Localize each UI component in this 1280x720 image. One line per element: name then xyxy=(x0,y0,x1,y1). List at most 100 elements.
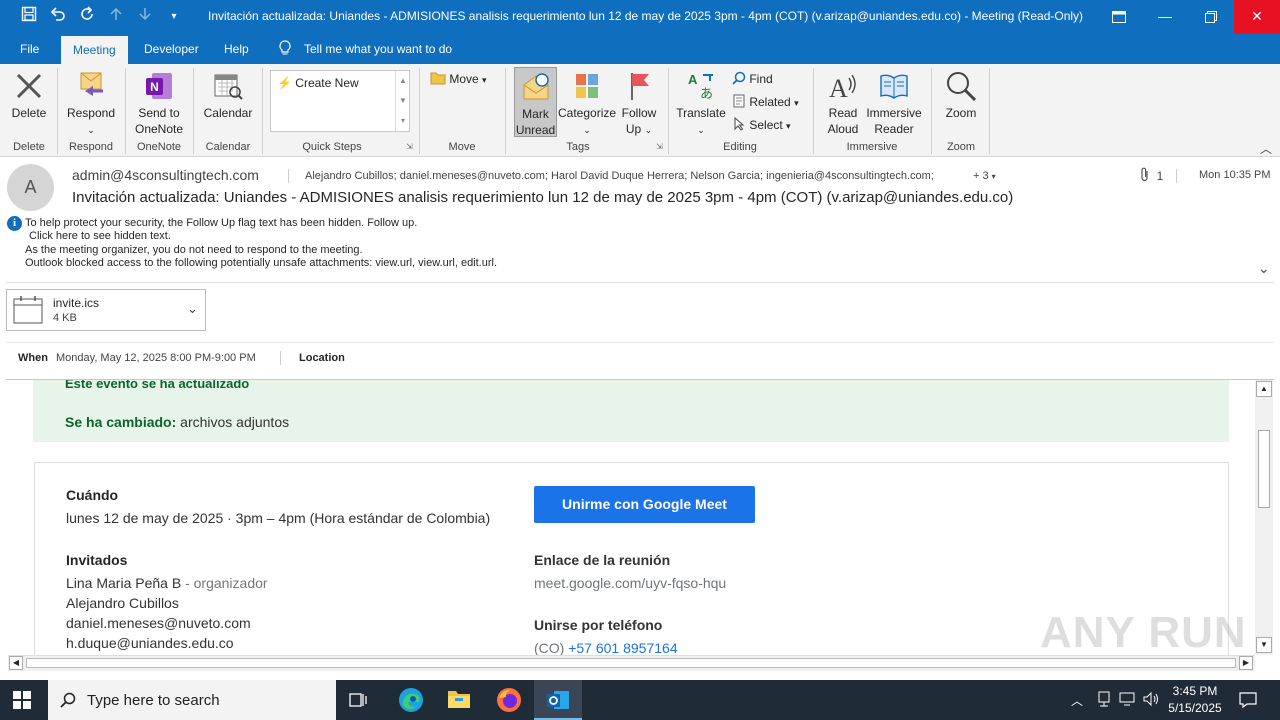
vertical-scrollbar[interactable]: ▲ ▼ xyxy=(1255,380,1273,655)
follow-up-button[interactable]: Follow Up ⌄ xyxy=(618,70,660,138)
group-label-onenote: OneNote xyxy=(136,141,182,153)
network-icon[interactable] xyxy=(1096,691,1112,710)
read-aloud-icon: A xyxy=(829,74,856,102)
join-google-meet-button[interactable]: Unirme con Google Meet xyxy=(534,486,755,523)
info-follow-up[interactable]: To help protect your security, the Follo… xyxy=(25,217,417,229)
group-separator xyxy=(668,68,669,154)
save-icon[interactable] xyxy=(18,6,40,28)
guest-item[interactable]: daniel.meneses@nuveto.com xyxy=(66,615,251,631)
group-label-calendar: Calendar xyxy=(205,141,251,153)
scroll-right-icon[interactable]: ▶ xyxy=(1239,656,1253,670)
edge-icon[interactable] xyxy=(398,687,424,716)
sender[interactable]: admin@4sconsultingtech.com xyxy=(72,167,259,183)
when-detail: lunes 12 de may de 2025 · 3pm – 4pm (Hor… xyxy=(66,510,491,526)
svg-text:A: A xyxy=(829,74,848,102)
down-arrow-icon[interactable] xyxy=(134,6,156,28)
search-icon xyxy=(60,692,76,708)
restore-ribbon-icon[interactable] xyxy=(1096,0,1142,34)
related-icon xyxy=(733,94,745,108)
zoom-button[interactable]: Zoom xyxy=(940,70,982,121)
flag-icon xyxy=(631,73,649,100)
chevron-down-icon[interactable]: ⌄ xyxy=(187,301,198,317)
horizontal-scroll-thumb[interactable] xyxy=(26,658,1236,668)
clock[interactable]: 3:45 PM 5/15/2025 xyxy=(1166,684,1224,715)
info-hidden-text-link[interactable]: Click here to see hidden text. xyxy=(29,230,171,242)
attachment-card[interactable]: invite.ics 4 KB ⌄ xyxy=(6,289,206,331)
divider xyxy=(6,342,1274,343)
group-separator xyxy=(193,68,194,154)
related-button[interactable]: Related ▾ xyxy=(732,94,799,109)
read-aloud-button[interactable]: A Read Aloud xyxy=(820,70,866,137)
delete-button[interactable]: Delete xyxy=(8,70,50,121)
phone-row: (CO) +57 601 8957164 xyxy=(534,640,678,656)
categorize-icon xyxy=(576,74,598,98)
display-icon[interactable] xyxy=(1119,691,1135,710)
when-heading: Cuándo xyxy=(66,487,119,503)
onenote-icon: N xyxy=(146,73,172,99)
dialog-launcher-icon[interactable]: ⇲ xyxy=(656,142,663,151)
undo-icon[interactable] xyxy=(47,6,69,28)
redo-icon[interactable] xyxy=(76,6,98,28)
immersive-reader-button[interactable]: Immersive Reader xyxy=(864,70,924,137)
more-recipients[interactable]: + 3 ▾ xyxy=(973,170,996,182)
create-new-quick-step[interactable]: ⚡ Create New xyxy=(277,76,359,90)
volume-icon[interactable] xyxy=(1142,691,1160,710)
guest-item[interactable]: h.duque@uniandes.edu.co xyxy=(66,635,234,651)
immersive-reader-icon xyxy=(880,74,908,99)
windows-start-icon[interactable] xyxy=(13,691,31,712)
notification-icon[interactable] xyxy=(1239,691,1257,712)
tab-file[interactable]: File xyxy=(18,34,41,64)
respond-button[interactable]: Respond ⌄ xyxy=(64,70,118,138)
quick-steps-gallery[interactable]: ⚡ Create New ▲ ▼ ▾ xyxy=(270,70,410,132)
search-placeholder: Type here to search xyxy=(87,692,220,709)
group-separator xyxy=(125,68,126,154)
collapse-ribbon-icon[interactable]: ︿ xyxy=(1260,140,1272,157)
select-button[interactable]: Select ▾ xyxy=(732,116,791,132)
expand-info-icon[interactable]: ⌄ xyxy=(1258,260,1270,277)
mark-unread-button[interactable]: Mark Unread xyxy=(514,67,557,137)
find-button[interactable]: Find xyxy=(732,71,773,86)
close-button[interactable]: ✕ xyxy=(1234,0,1280,34)
categorize-button[interactable]: Categorize ⌄ xyxy=(558,70,616,138)
vertical-scroll-thumb[interactable] xyxy=(1258,430,1270,508)
scroll-left-icon[interactable]: ◀ xyxy=(9,656,23,670)
phone-link[interactable]: +57 601 8957164 xyxy=(568,640,677,656)
up-arrow-icon[interactable] xyxy=(105,6,127,28)
info-icon: i xyxy=(7,216,22,231)
group-label-move: Move xyxy=(448,141,476,153)
tab-help[interactable]: Help xyxy=(222,34,251,64)
file-explorer-icon[interactable] xyxy=(447,688,471,713)
divider xyxy=(6,282,1274,283)
when-value: Monday, May 12, 2025 8:00 PM-9:00 PM xyxy=(56,352,256,364)
taskbar-search[interactable]: Type here to search xyxy=(48,680,336,720)
guest-item: Alejandro Cubillos xyxy=(66,595,179,611)
minimize-button[interactable]: — xyxy=(1142,0,1188,34)
send-to-onenote-button[interactable]: N Send to OneNote xyxy=(130,70,188,137)
scroll-down-icon[interactable]: ▼ xyxy=(1256,637,1272,653)
meeting-link[interactable]: meet.google.com/uyv-fqso-hqu xyxy=(534,575,726,591)
ribbon: Delete Delete Respond ⌄ Respond N Send to… xyxy=(0,64,1280,157)
group-separator xyxy=(57,68,58,154)
customize-icon[interactable]: ▾ xyxy=(163,6,185,28)
outlook-taskbar-button[interactable] xyxy=(534,680,582,720)
move-button[interactable]: Move ▾ xyxy=(430,71,487,86)
calendar-button[interactable]: Calendar xyxy=(200,70,256,121)
tell-me-search[interactable]: Tell me what you want to do xyxy=(302,34,454,64)
group-separator xyxy=(813,68,814,154)
group-label-tags: Tags xyxy=(566,141,590,153)
task-view-icon[interactable] xyxy=(349,691,369,712)
group-separator xyxy=(505,68,506,154)
tab-meeting[interactable]: Meeting xyxy=(61,36,128,64)
scroll-up-icon[interactable]: ▲ xyxy=(1256,381,1272,397)
firefox-icon[interactable] xyxy=(496,687,522,716)
show-hidden-icons[interactable]: ︿ xyxy=(1071,692,1083,709)
title-bar: ▾ Invitación actualizada: Uniandes - ADM… xyxy=(0,0,1280,34)
dialog-launcher-icon[interactable]: ⇲ xyxy=(406,142,413,151)
recipients[interactable]: Alejandro Cubillos; daniel.meneses@nuvet… xyxy=(305,170,934,182)
tab-developer[interactable]: Developer xyxy=(142,34,201,64)
group-separator xyxy=(419,68,420,154)
maximize-button[interactable] xyxy=(1188,0,1234,34)
gallery-scroll[interactable]: ▲ ▼ ▾ xyxy=(395,71,410,131)
translate-button[interactable]: Aあ Translate ⌄ xyxy=(676,70,726,138)
phone-heading: Unirse por teléfono xyxy=(534,617,663,633)
